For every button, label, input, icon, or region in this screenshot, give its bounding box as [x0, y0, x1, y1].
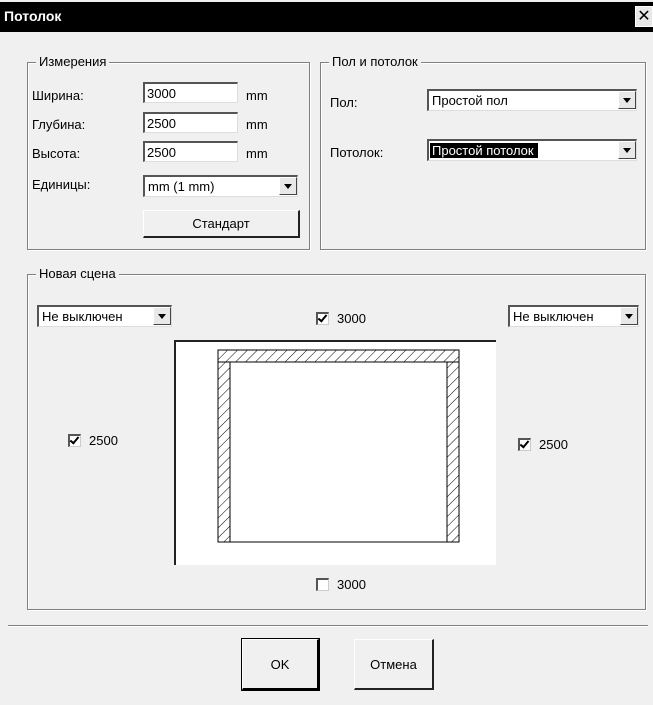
close-button[interactable]: ✕: [635, 6, 653, 27]
title-bar: Потолок ✕: [0, 2, 653, 32]
left-wall: [217, 361, 231, 543]
footer-separator: [8, 625, 648, 627]
ceiling-select[interactable]: Простой потолок: [427, 139, 637, 161]
new-scene-group-title: Новая сцена: [36, 266, 119, 281]
right-wall: [446, 361, 460, 543]
top-wall-checkbox-label: 3000: [337, 311, 366, 326]
room-preview: [174, 340, 496, 565]
left-wall-checkbox-label: 2500: [89, 433, 118, 448]
floor-select[interactable]: Простой пол: [427, 89, 637, 111]
chevron-down-icon[interactable]: [153, 307, 171, 325]
standard-button[interactable]: Стандарт: [143, 210, 300, 238]
units-select[interactable]: mm (1 mm): [143, 175, 298, 197]
height-input[interactable]: [143, 141, 238, 162]
width-unit: mm: [246, 88, 268, 103]
cancel-button[interactable]: Отмена: [354, 639, 434, 690]
depth-unit: mm: [246, 117, 268, 132]
depth-input[interactable]: [143, 112, 238, 133]
ceiling-label: Потолок:: [330, 145, 384, 160]
left-wall-select-value: Не выключен: [42, 309, 123, 324]
height-label: Высота:: [32, 146, 81, 161]
chevron-down-icon[interactable]: [620, 307, 638, 325]
dimensions-group-title: Измерения: [36, 54, 110, 69]
width-input[interactable]: [143, 82, 238, 103]
room-walls: [217, 349, 460, 543]
cancel-button-label: Отмена: [370, 657, 417, 672]
close-icon: ✕: [637, 8, 651, 25]
top-wall-checkbox[interactable]: 3000: [316, 311, 366, 326]
right-wall-checkbox-box[interactable]: [518, 438, 531, 451]
floor-label: Пол:: [330, 95, 358, 110]
chevron-down-icon[interactable]: [618, 91, 636, 109]
ok-button-label: OK: [270, 657, 290, 672]
bottom-wall-checkbox[interactable]: 3000: [316, 577, 366, 592]
units-label: Единицы:: [32, 177, 91, 192]
left-wall-checkbox-box[interactable]: [68, 434, 81, 447]
bottom-wall-checkbox-box[interactable]: [316, 578, 329, 591]
top-wall-checkbox-box[interactable]: [316, 312, 329, 325]
top-wall: [217, 349, 460, 363]
chevron-down-icon[interactable]: [618, 141, 636, 159]
floor-select-value: Простой пол: [432, 93, 508, 108]
right-wall-select-value: Не выключен: [513, 309, 594, 324]
right-wall-select[interactable]: Не выключен: [508, 305, 639, 327]
room-plan-drawing: [217, 349, 460, 543]
standard-button-label: Стандарт: [192, 216, 250, 231]
units-select-value: mm (1 mm): [148, 179, 215, 194]
floor-ceiling-group-title: Пол и потолок: [329, 54, 421, 69]
window-title: Потолок: [4, 8, 62, 24]
right-wall-checkbox-label: 2500: [539, 437, 568, 452]
ok-button[interactable]: OK: [242, 639, 319, 690]
width-label: Ширина:: [32, 88, 84, 103]
chevron-down-icon[interactable]: [279, 177, 297, 195]
height-unit: mm: [246, 146, 268, 161]
ceiling-select-value: Простой потолок: [430, 143, 538, 158]
depth-label: Глубина:: [32, 117, 86, 132]
left-wall-checkbox[interactable]: 2500: [68, 433, 118, 448]
left-wall-select[interactable]: Не выключен: [37, 305, 172, 327]
right-wall-checkbox[interactable]: 2500: [518, 437, 568, 452]
ceiling-dialog: Потолок ✕ Измерения Ширина: mm Глубина: …: [0, 0, 653, 705]
bottom-wall-checkbox-label: 3000: [337, 577, 366, 592]
